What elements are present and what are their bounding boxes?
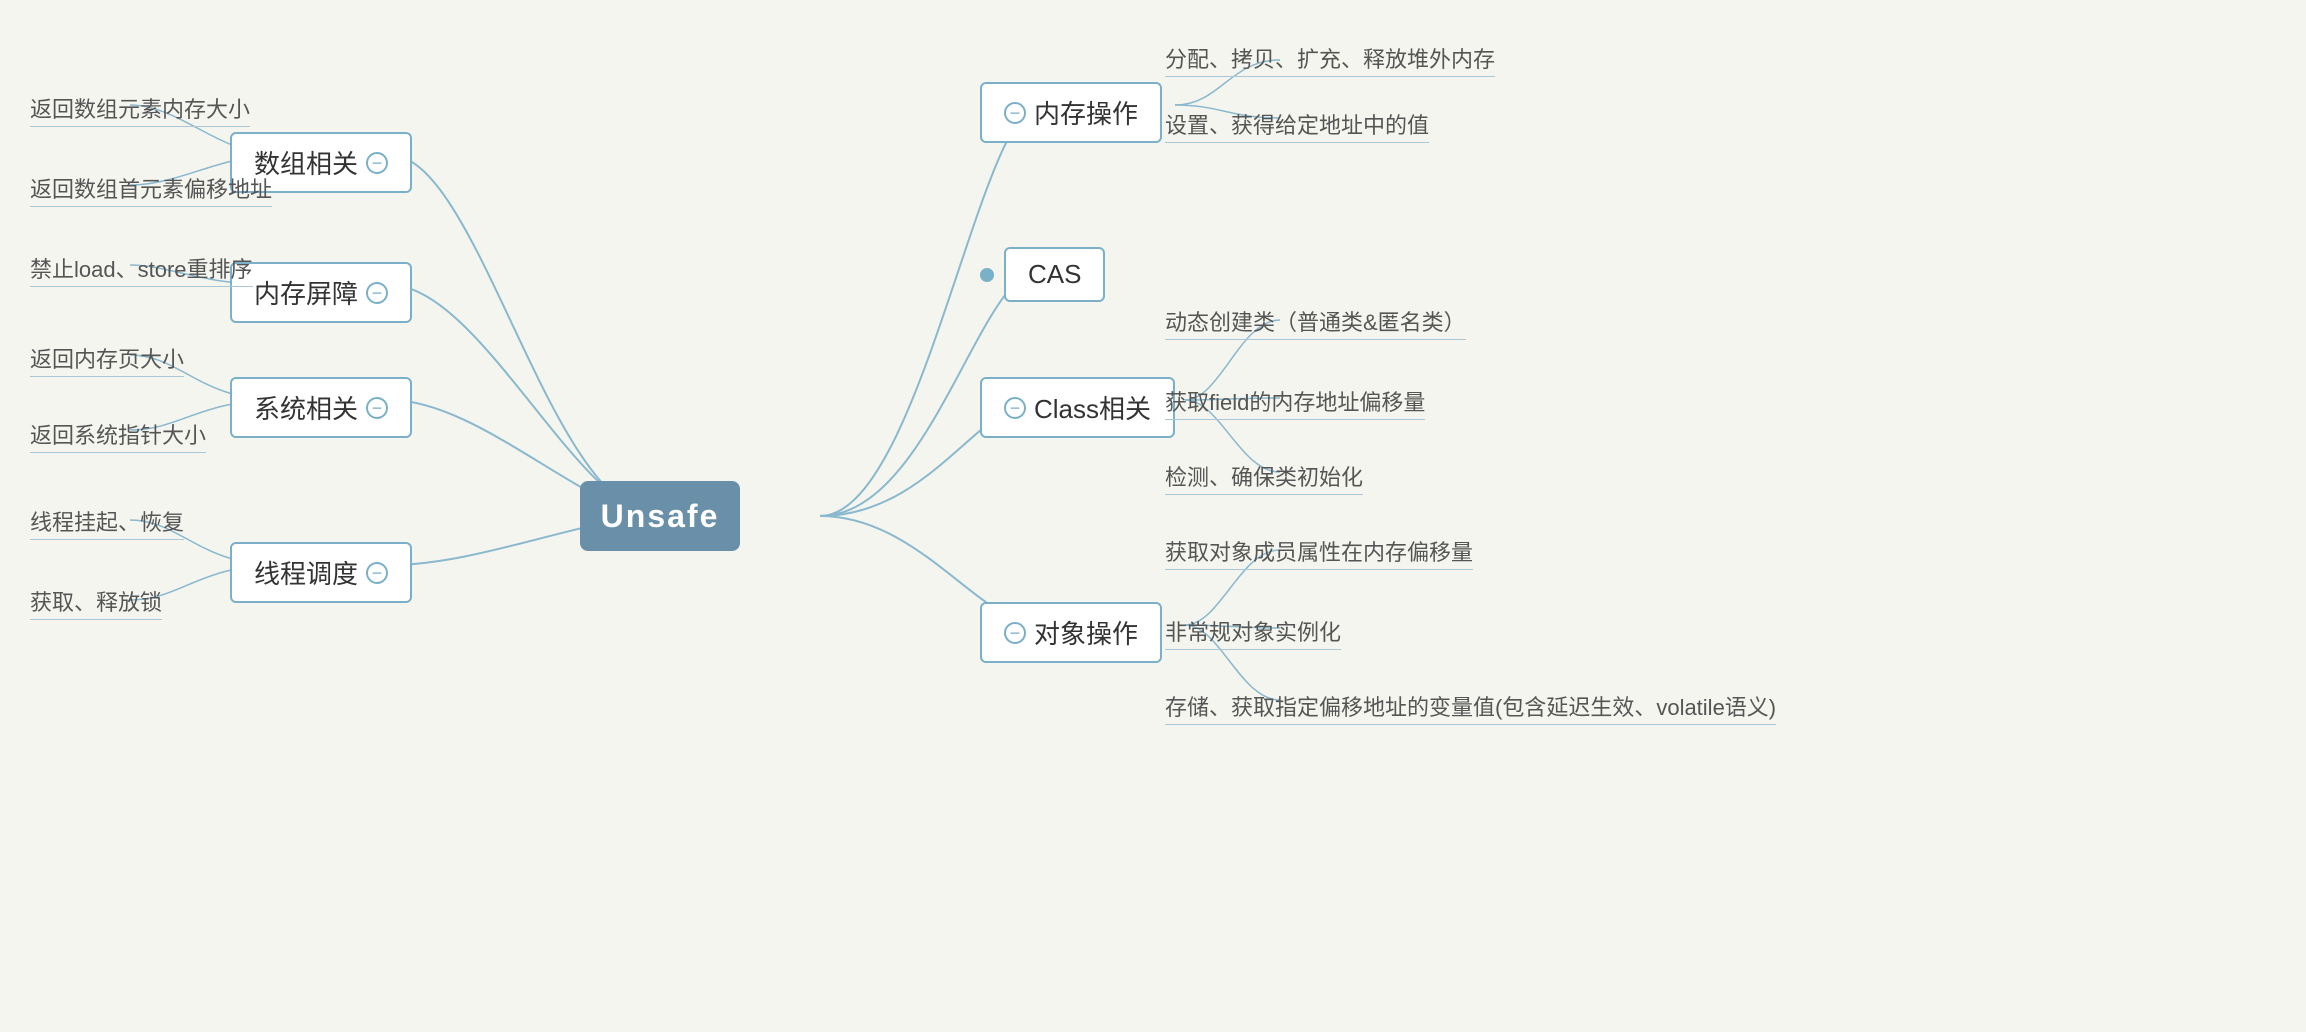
node-memory-op: − 内存操作 — [980, 82, 1162, 143]
leaf-array-1: 返回数组元素内存大小 — [30, 92, 250, 127]
system-minus[interactable]: − — [366, 397, 388, 419]
memory-op-label: 内存操作 — [1034, 94, 1138, 131]
leaf-memop-2: 设置、获得给定地址中的值 — [1165, 108, 1429, 143]
leaf-class-1: 动态创建类（普通类&匿名类） — [1165, 305, 1466, 340]
object-op-minus[interactable]: − — [1004, 622, 1026, 644]
cas-label: CAS — [1028, 259, 1081, 289]
leaf-objop-1: 获取对象成员属性在内存偏移量 — [1165, 535, 1473, 570]
leaf-objop-3: 存储、获取指定偏移地址的变量值(包含延迟生效、volatile语义) — [1165, 690, 1776, 725]
leaf-array-2: 返回数组首元素偏移地址 — [30, 172, 272, 207]
memory-barrier-label: 内存屏障 — [254, 274, 358, 311]
leaf-class-3: 检测、确保类初始化 — [1165, 460, 1363, 495]
center-node: Unsafe — [580, 481, 740, 551]
memory-op-minus[interactable]: − — [1004, 102, 1026, 124]
node-system: 系统相关 − — [230, 377, 412, 438]
leaf-thread-2: 获取、释放锁 — [30, 585, 162, 620]
class-minus[interactable]: − — [1004, 397, 1026, 419]
object-op-label: 对象操作 — [1034, 614, 1138, 651]
class-label: Class相关 — [1034, 389, 1151, 426]
node-class: − Class相关 — [980, 377, 1175, 438]
leaf-barrier-1: 禁止load、store重排序 — [30, 252, 253, 287]
leaf-thread-1: 线程挂起、恢复 — [30, 505, 184, 540]
thread-label: 线程调度 — [254, 554, 358, 591]
leaf-objop-2: 非常规对象实例化 — [1165, 615, 1341, 650]
center-label: Unsafe — [601, 498, 720, 535]
mind-map: Unsafe 数组相关 − 返回数组元素内存大小 返回数组首元素偏移地址 内存屏… — [0, 0, 2306, 1032]
thread-minus[interactable]: − — [366, 562, 388, 584]
leaf-system-1: 返回内存页大小 — [30, 342, 184, 377]
node-cas: CAS — [980, 247, 1105, 302]
leaf-system-2: 返回系统指针大小 — [30, 418, 206, 453]
node-thread: 线程调度 − — [230, 542, 412, 603]
memory-barrier-minus[interactable]: − — [366, 282, 388, 304]
node-memory-barrier: 内存屏障 − — [230, 262, 412, 323]
leaf-memop-1: 分配、拷贝、扩充、释放堆外内存 — [1165, 42, 1495, 77]
cas-dot — [980, 268, 994, 282]
leaf-class-2: 获取field的内存地址偏移量 — [1165, 385, 1425, 420]
node-object-op: − 对象操作 — [980, 602, 1162, 663]
array-minus[interactable]: − — [366, 152, 388, 174]
system-label: 系统相关 — [254, 389, 358, 426]
